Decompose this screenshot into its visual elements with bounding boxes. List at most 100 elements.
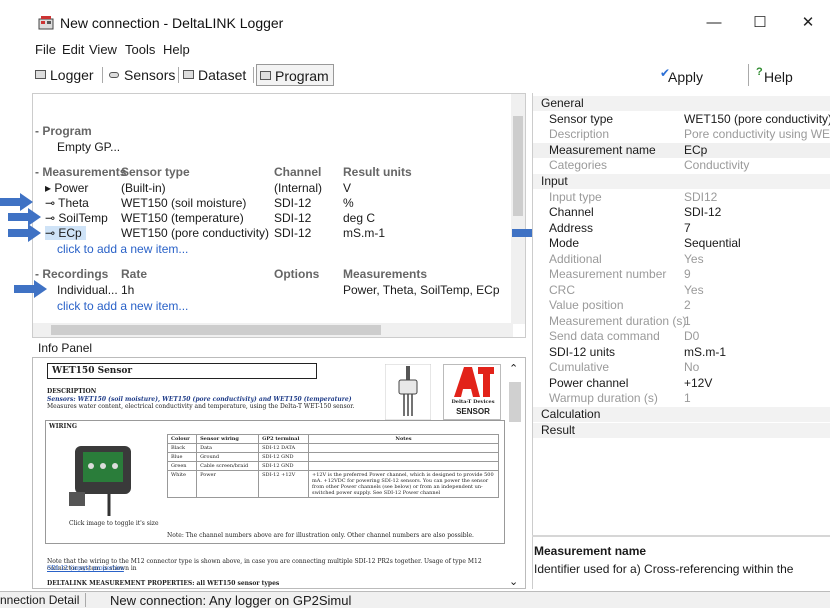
property-splitter[interactable] bbox=[532, 535, 830, 537]
connection-details-tab[interactable]: nnection Detail bbox=[0, 593, 87, 607]
apply-button[interactable]: ✔ Apply bbox=[660, 64, 703, 88]
menu-bar: File Edit View Tools Help bbox=[0, 40, 830, 60]
prop-crc[interactable]: CRC Yes bbox=[533, 283, 830, 298]
prop-warmup-duration[interactable]: Warmup duration (s) 1 bbox=[533, 391, 830, 406]
category-general[interactable]: General bbox=[533, 96, 830, 111]
prop-additional[interactable]: Additional Yes bbox=[533, 252, 830, 267]
info-document: WET150 Sensor DESCRIPTION Sensors: WET15… bbox=[39, 360, 505, 588]
prop-input-type[interactable]: Input type SDI12 bbox=[533, 190, 830, 205]
recording-rate: 1h bbox=[121, 283, 135, 297]
menu-view[interactable]: View bbox=[89, 42, 117, 57]
app-icon bbox=[38, 16, 54, 30]
program-icon bbox=[260, 71, 271, 80]
toolbar-separator bbox=[178, 67, 179, 83]
add-measurement-link[interactable]: click to add a new item... bbox=[57, 242, 188, 256]
ecp-item-label: ⊸ ECp bbox=[45, 226, 86, 240]
category-calculation[interactable]: Calculation bbox=[533, 407, 830, 422]
table-header: GP2 terminal bbox=[258, 434, 309, 444]
ecp-sensor: WET150 (pore conductivity) bbox=[121, 226, 270, 240]
dataset-icon bbox=[183, 70, 194, 79]
menu-edit[interactable]: Edit bbox=[62, 42, 84, 57]
window-title: New connection - DeltaLINK Logger bbox=[60, 15, 284, 31]
column-result-units[interactable]: Result units bbox=[343, 165, 412, 179]
prop-send-data-command[interactable]: Send data command D0 bbox=[533, 329, 830, 344]
wiring-board-image[interactable] bbox=[69, 438, 141, 518]
arrow-ecp-icon bbox=[8, 224, 41, 242]
logo-sensor: SENSOR bbox=[456, 407, 490, 416]
theta-item-label: ⊸ Theta bbox=[45, 196, 89, 210]
soiltemp-units: deg C bbox=[343, 211, 376, 225]
delta-t-logo: Delta-T Devices SENSOR bbox=[443, 364, 501, 420]
tab-sensors[interactable]: Sensors bbox=[106, 64, 175, 86]
menu-tools[interactable]: Tools bbox=[125, 42, 155, 57]
wiring-heading: WIRING bbox=[49, 423, 77, 430]
prop-cumulative[interactable]: Cumulative No bbox=[533, 360, 830, 375]
status-text: New connection: Any logger on GP2Simul bbox=[110, 593, 352, 608]
theta-sensor: WET150 (soil moisture) bbox=[121, 196, 247, 210]
table-row: Black Data SDI-12 DATA bbox=[166, 443, 499, 453]
column-channel[interactable]: Channel bbox=[274, 165, 321, 179]
program-value[interactable]: Empty GP... bbox=[57, 140, 120, 154]
scroll-up-icon[interactable]: ⌃ bbox=[509, 362, 518, 375]
scroll-down-icon[interactable]: ⌄ bbox=[509, 575, 518, 588]
menu-file[interactable]: File bbox=[35, 42, 56, 57]
prop-mode[interactable]: Mode Sequential bbox=[533, 236, 830, 251]
help-button[interactable]: ? Help bbox=[756, 64, 793, 88]
category-input[interactable]: Input bbox=[533, 174, 830, 189]
recording-measurements: Power, Theta, SoilTemp, ECp bbox=[343, 283, 500, 297]
toolbar-separator bbox=[102, 67, 103, 83]
tab-program[interactable]: Program bbox=[256, 64, 334, 86]
prop-sensor-type[interactable]: Sensor type WET150 (pore conductivity) bbox=[533, 112, 830, 127]
table-row: White Power SDI-12 +12V +12V is the preferr… bbox=[166, 470, 499, 498]
close-button[interactable]: ✕ bbox=[788, 12, 828, 34]
logger-icon bbox=[35, 70, 46, 79]
info-panel: WET150 Sensor DESCRIPTION Sensors: WET15… bbox=[32, 357, 526, 589]
program-section-header: - Program bbox=[35, 124, 92, 138]
column-sensor-type[interactable]: Sensor type bbox=[121, 165, 190, 179]
minimize-button[interactable]: — bbox=[694, 12, 734, 34]
table-row: Green Cable screen/braid SDI-12 GND bbox=[166, 461, 499, 471]
status-bar: nnection Detail New connection: Any logg… bbox=[0, 591, 830, 608]
sensor-icon bbox=[109, 72, 119, 78]
tab-logger[interactable]: Logger bbox=[32, 64, 94, 86]
menu-help[interactable]: Help bbox=[163, 42, 190, 57]
prop-value-position[interactable]: Value position 2 bbox=[533, 298, 830, 313]
info-panel-label: Info Panel bbox=[38, 341, 93, 355]
m12-link[interactable]: SDI-12 (input) properties bbox=[47, 565, 124, 572]
property-grid: General Sensor type WET150 (pore conducti… bbox=[532, 93, 830, 589]
wiring-table: Colour Sensor wiring GP2 terminal Notes … bbox=[166, 434, 499, 498]
toolbar: Logger Sensors Dataset Program ✔ Apply ?… bbox=[30, 62, 830, 90]
soiltemp-sensor: WET150 (temperature) bbox=[121, 211, 244, 225]
tab-sensors-label: Sensors bbox=[124, 67, 176, 83]
add-recording-link[interactable]: click to add a new item... bbox=[57, 299, 188, 313]
title-bar: New connection - DeltaLINK Logger — ☐ ✕ bbox=[0, 0, 830, 40]
category-result[interactable]: Result bbox=[533, 423, 830, 438]
power-channel: (Internal) bbox=[274, 181, 323, 195]
prop-channel[interactable]: Channel SDI-12 bbox=[533, 205, 830, 220]
prop-address[interactable]: Address 7 bbox=[533, 221, 830, 236]
prop-measurement-number[interactable]: Measurement number 9 bbox=[533, 267, 830, 282]
description-line2: Measures water content, electrical condu… bbox=[47, 403, 355, 410]
ecp-channel: SDI-12 bbox=[274, 226, 312, 240]
prop-power-channel[interactable]: Power channel +12V bbox=[533, 376, 830, 391]
column-rate[interactable]: Rate bbox=[121, 267, 147, 281]
prop-description[interactable]: Description Pore conductivity using WE... bbox=[533, 127, 830, 142]
info-vertical-scrollbar[interactable]: ⌃ ⌄ bbox=[507, 362, 523, 588]
prop-sdi12-units[interactable]: SDI-12 units mS.m-1 bbox=[533, 345, 830, 360]
tab-logger-label: Logger bbox=[50, 67, 94, 83]
toolbar-separator bbox=[748, 64, 749, 86]
tab-dataset[interactable]: Dataset bbox=[180, 64, 246, 86]
column-options[interactable]: Options bbox=[274, 267, 319, 281]
props-heading: DELTALINK MEASUREMENT PROPERTIES: all WE… bbox=[47, 580, 280, 587]
soiltemp-channel: SDI-12 bbox=[274, 211, 312, 225]
prop-categories[interactable]: Categories Conductivity bbox=[533, 158, 830, 173]
recordings-section-header: - Recordings bbox=[35, 267, 109, 281]
maximize-button[interactable]: ☐ bbox=[740, 12, 780, 34]
tab-program-label: Program bbox=[275, 68, 329, 84]
prop-measurement-duration[interactable]: Measurement duration (s) 1 bbox=[533, 314, 830, 329]
column-measurements[interactable]: Measurements bbox=[343, 267, 427, 281]
program-vertical-scrollbar[interactable] bbox=[511, 94, 525, 324]
recording-name: Individual... bbox=[57, 283, 118, 297]
prop-measurement-name[interactable]: Measurement name ECp bbox=[533, 143, 830, 158]
program-horizontal-scrollbar[interactable] bbox=[33, 323, 513, 337]
